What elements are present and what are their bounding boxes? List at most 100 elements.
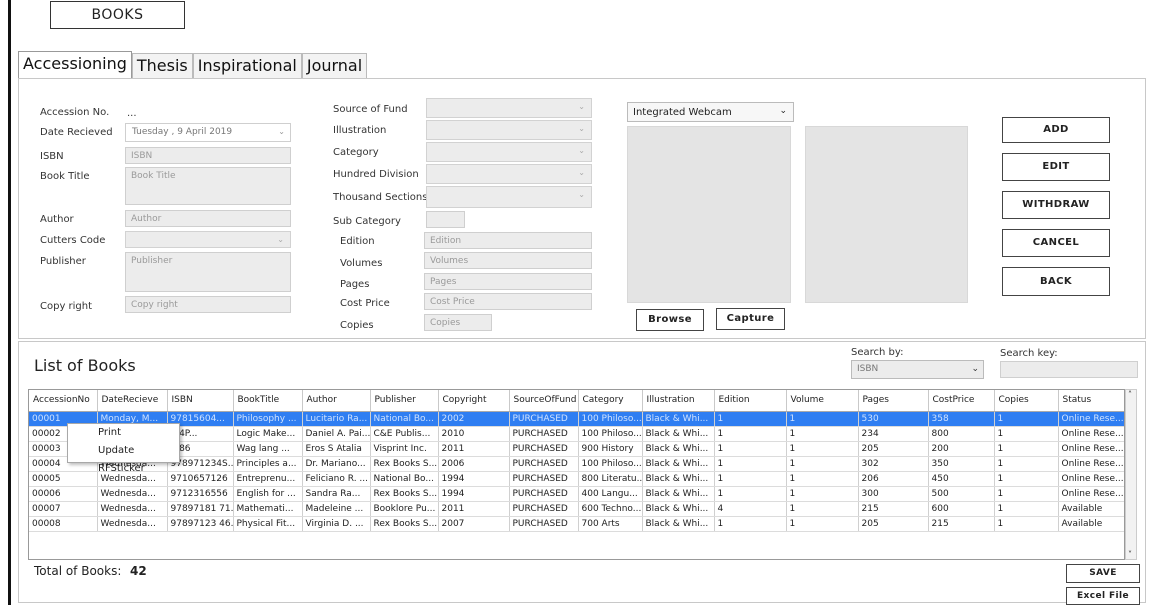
search-key-input[interactable] [1000, 361, 1138, 378]
table-cell[interactable]: 450 [928, 471, 995, 487]
table-cell[interactable]: 100 Philoso... [578, 426, 643, 442]
table-cell[interactable]: 1 [994, 411, 1059, 427]
table-cell[interactable]: Rex Books S... [370, 456, 439, 472]
isbn-field[interactable]: ISBN [125, 147, 291, 164]
table-cell[interactable]: C&E Publis... [370, 426, 439, 442]
table-cell[interactable]: 4 [714, 501, 787, 517]
table-cell[interactable]: 350 [928, 456, 995, 472]
table-cell[interactable]: 234 [858, 426, 929, 442]
table-cell[interactable]: 2010 [438, 426, 510, 442]
table-cell[interactable]: Available [1058, 501, 1124, 517]
date-received-picker[interactable]: Tuesday , 9 April 2019 ⌄ [125, 123, 291, 142]
table-cell[interactable]: 1 [994, 516, 1059, 532]
edit-button[interactable]: EDIT [1002, 153, 1110, 181]
table-cell[interactable]: 00007 [29, 501, 98, 517]
volumes-field[interactable]: Volumes [424, 252, 592, 269]
column-header[interactable]: BookTitle [233, 390, 303, 412]
table-cell[interactable]: 215 [928, 516, 995, 532]
column-header[interactable]: Status [1058, 390, 1124, 412]
table-cell[interactable]: 400 Langu... [578, 486, 643, 502]
table-cell[interactable]: Principles a... [233, 456, 303, 472]
table-cell[interactable]: Black & Whi... [642, 411, 715, 427]
table-cell[interactable]: 1 [786, 441, 859, 457]
hundred-division-dropdown[interactable]: ⌄ [426, 164, 592, 184]
column-header[interactable]: AccessionNo [29, 390, 98, 412]
table-cell[interactable]: 1 [994, 471, 1059, 487]
sub-category-field[interactable] [426, 211, 465, 228]
table-row[interactable]: 00004 Wednesda... 978971234S... Principles … [29, 456, 1124, 472]
table-cell[interactable]: 358 [928, 411, 995, 427]
table-cell[interactable]: 206 [858, 471, 929, 487]
table-cell[interactable]: Online Rese... [1058, 441, 1124, 457]
table-cell[interactable]: Wednesda... [97, 501, 168, 517]
table-cell[interactable]: PURCHASED [509, 456, 579, 472]
table-cell[interactable]: 1 [786, 456, 859, 472]
table-row[interactable]: 00005 Wednesda... 9710657126 Entreprenu... F… [29, 471, 1124, 487]
table-cell[interactable]: 800 [928, 426, 995, 442]
table-cell[interactable]: Mathemati... [233, 501, 303, 517]
table-cell[interactable]: Black & Whi... [642, 516, 715, 532]
back-button[interactable]: BACK [1002, 267, 1110, 296]
table-cell[interactable]: Black & Whi... [642, 471, 715, 487]
table-cell[interactable]: English for ... [233, 486, 303, 502]
table-cell[interactable]: National Bo... [370, 411, 439, 427]
tab-accessioning[interactable]: Accessioning [18, 51, 132, 78]
table-cell[interactable]: 1 [786, 486, 859, 502]
table-cell[interactable]: Wednesda... [97, 516, 168, 532]
table-row[interactable]: 00007 Wednesda... 97897181 71... Mathemati.… [29, 501, 1124, 517]
table-cell[interactable]: 205 [858, 441, 929, 457]
column-header[interactable]: CostPrice [928, 390, 995, 412]
pages-field[interactable]: Pages [424, 273, 592, 290]
copyright-field[interactable]: Copy right [125, 296, 291, 313]
withdraw-button[interactable]: WITHDRAW [1002, 191, 1110, 219]
excel-file-button[interactable]: Excel File [1066, 587, 1140, 605]
table-cell[interactable]: Madeleine ... [302, 501, 371, 517]
table-cell[interactable]: Available [1058, 516, 1124, 532]
table-cell[interactable]: 1994 [438, 471, 510, 487]
table-cell[interactable]: Sandra Ra... [302, 486, 371, 502]
table-cell[interactable]: PURCHASED [509, 411, 579, 427]
cost-price-field[interactable]: Cost Price [424, 293, 592, 310]
table-cell[interactable]: Rex Books S... [370, 516, 439, 532]
webcam-select[interactable]: Integrated Webcam ⌄ [627, 102, 794, 122]
tab-journal[interactable]: Journal [301, 53, 368, 78]
capture-button[interactable]: Capture [716, 308, 785, 330]
table-cell[interactable]: Philosophy ... [233, 411, 303, 427]
table-cell[interactable]: 00006 [29, 486, 98, 502]
cancel-button[interactable]: CANCEL [1002, 229, 1110, 257]
table-cell[interactable]: Black & Whi... [642, 501, 715, 517]
table-cell[interactable]: Eros S Atalia [302, 441, 371, 457]
illustration-dropdown[interactable]: ⌄ [426, 120, 592, 140]
book-title-field[interactable]: Book Title [125, 167, 291, 205]
browse-button[interactable]: Browse [636, 309, 704, 331]
table-cell[interactable]: Rex Books S... [370, 486, 439, 502]
table-cell[interactable]: Visprint Inc. [370, 441, 439, 457]
add-button[interactable]: ADD [1002, 117, 1110, 143]
category-dropdown[interactable]: ⌄ [426, 142, 592, 162]
table-cell[interactable]: Dr. Mariano... [302, 456, 371, 472]
source-of-fund-dropdown[interactable]: ⌄ [426, 98, 592, 118]
table-cell[interactable]: 1 [994, 486, 1059, 502]
thousand-sections-dropdown[interactable]: ⌄ [426, 186, 592, 208]
table-row[interactable]: 00008 Wednesda... 97897123 46... Physical F… [29, 516, 1124, 532]
table-cell[interactable]: 1 [786, 471, 859, 487]
table-cell[interactable]: Feliciano R. ... [302, 471, 371, 487]
update-rfsticker-menu-item[interactable]: Update RFSticker [68, 442, 179, 474]
author-field[interactable]: Author [125, 210, 291, 227]
table-cell[interactable]: 1 [714, 426, 787, 442]
search-by-dropdown[interactable]: ISBN ⌄ [851, 360, 984, 379]
table-row[interactable]: 00006 Wednesda... 9712316556 English for ..… [29, 486, 1124, 502]
table-cell[interactable]: Online Rese... [1058, 486, 1124, 502]
table-cell[interactable]: 1 [786, 501, 859, 517]
table-cell[interactable]: 1 [994, 501, 1059, 517]
table-cell[interactable]: 2011 [438, 441, 510, 457]
table-cell[interactable]: PURCHASED [509, 471, 579, 487]
cutters-code-dropdown[interactable]: ⌄ [125, 231, 291, 248]
table-cell[interactable]: 700 Arts [578, 516, 643, 532]
table-cell[interactable]: 1 [714, 486, 787, 502]
table-cell[interactable]: Wednesda... [97, 486, 168, 502]
table-cell[interactable]: Online Rese... [1058, 426, 1124, 442]
table-cell[interactable]: 300 [858, 486, 929, 502]
table-cell[interactable]: 215 [858, 501, 929, 517]
table-cell[interactable]: 00008 [29, 516, 98, 532]
